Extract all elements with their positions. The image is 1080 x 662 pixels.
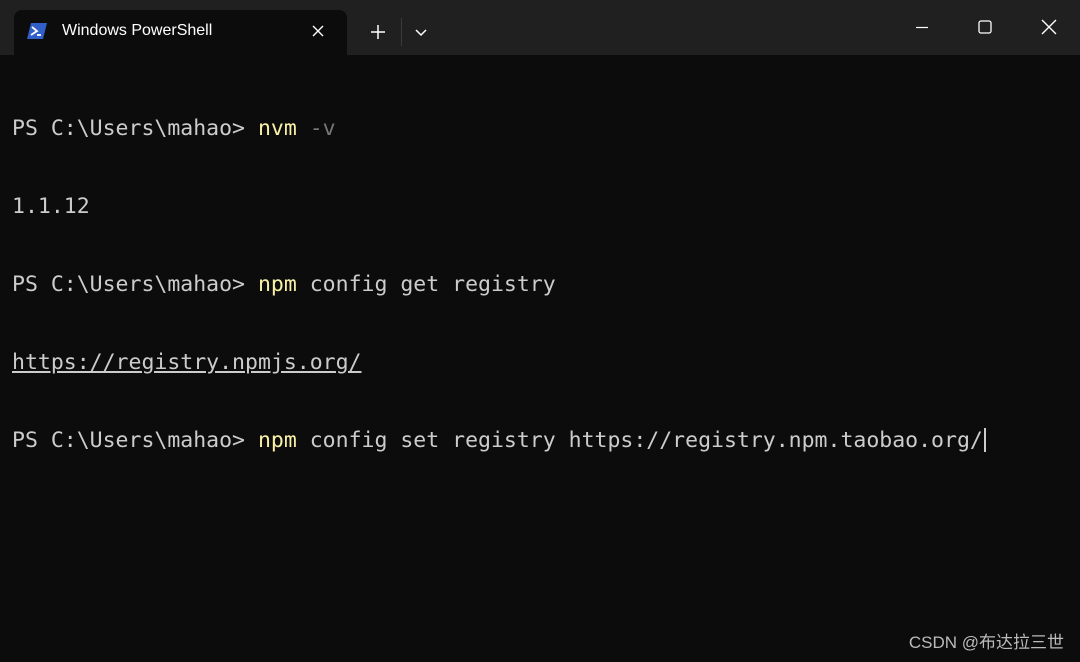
minimize-button[interactable] <box>899 10 945 46</box>
command-args: config set registry https://registry.npm… <box>296 428 983 453</box>
output-text: 1.1.12 <box>12 194 90 219</box>
command-args: -v <box>296 116 336 141</box>
maximize-button[interactable] <box>962 10 1008 46</box>
prompt: PS C:\Users\mahao> <box>12 428 258 453</box>
tab-powershell[interactable]: Windows PowerShell <box>14 10 347 55</box>
terminal-line: 1.1.12 <box>12 194 1072 220</box>
powershell-icon <box>27 22 47 40</box>
chevron-down-icon[interactable] <box>410 21 432 43</box>
prompt: PS C:\Users\mahao> <box>12 272 258 297</box>
close-icon <box>1041 19 1057 35</box>
tab-divider <box>401 18 402 46</box>
terminal-line: PS C:\Users\mahao> nvm -v <box>12 116 1072 142</box>
maximize-icon <box>978 20 992 34</box>
minimize-icon <box>916 26 928 29</box>
prompt: PS C:\Users\mahao> <box>12 116 258 141</box>
terminal-output[interactable]: PS C:\Users\mahao> nvm -v 1.1.12 PS C:\U… <box>12 64 1072 506</box>
terminal-line: PS C:\Users\mahao> npm config get regist… <box>12 272 1072 298</box>
terminal-line: PS C:\Users\mahao> npm config set regist… <box>12 428 1072 454</box>
command: npm <box>257 428 297 453</box>
close-window-button[interactable] <box>1026 10 1072 46</box>
close-icon[interactable] <box>308 21 328 41</box>
text-cursor <box>983 428 986 452</box>
tab-title: Windows PowerShell <box>62 22 213 39</box>
plus-icon[interactable] <box>364 20 392 44</box>
command-args: config get registry <box>296 272 556 297</box>
terminal-window: Windows PowerShell PS C:\Users\mahao> nv… <box>0 0 1080 662</box>
title-bar[interactable]: Windows PowerShell <box>0 0 1080 55</box>
command: npm <box>257 272 297 297</box>
command: nvm <box>257 116 297 141</box>
output-link[interactable]: https://registry.npmjs.org/ <box>12 350 362 375</box>
watermark: CSDN @布达拉三世 <box>908 633 1064 652</box>
terminal-line: https://registry.npmjs.org/ <box>12 350 1072 376</box>
